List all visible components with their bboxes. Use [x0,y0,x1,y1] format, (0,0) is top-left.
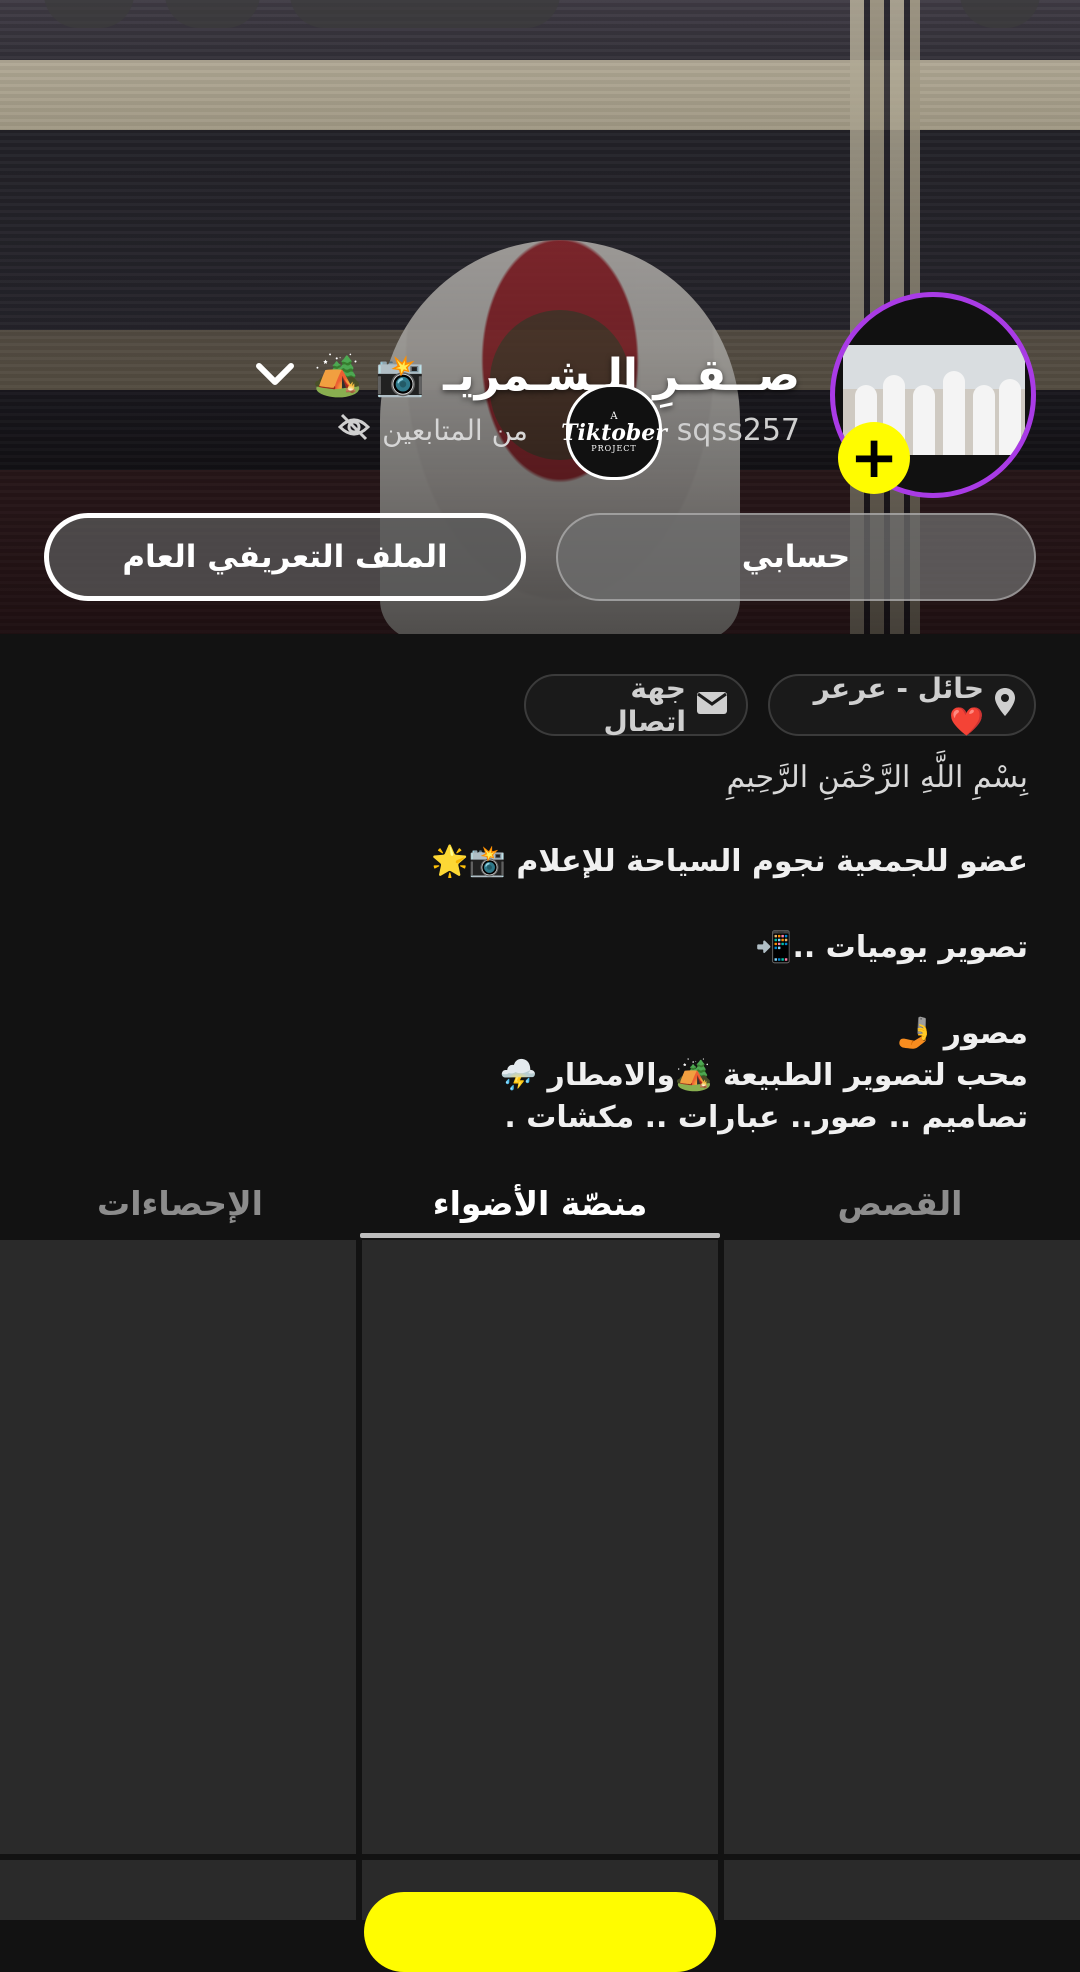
tiktober-badge: A Tiktober PROJECT [561,384,667,480]
name-emojis: 🏕️ 📸 [312,352,426,399]
username: sqss257 [676,412,800,448]
eye-off-icon [338,413,371,448]
location-chip[interactable]: حائل - عرعر❤️ [768,672,1036,738]
tab-spotlight[interactable]: منصّة الأضواء [360,1176,720,1240]
bio-line-3: مصور 🤳 [895,1016,1028,1051]
my-account-button[interactable]: حسابي [556,513,1036,601]
chevron-down-icon[interactable] [255,355,295,395]
spotlight-tile[interactable] [0,1240,356,1854]
spotlight-tile[interactable] [724,1240,1080,1854]
spotlight-tile[interactable] [724,1860,1080,1920]
contact-text: جهة اتصال [603,672,686,738]
location-pin-icon [994,687,1016,724]
tab-stories[interactable]: القصص [720,1176,1080,1240]
spotlight-tile[interactable] [0,1860,356,1920]
profile-tabs: القصص منصّة الأضواء الإحصاءات [0,1176,1080,1240]
bio-line-1: عضو للجمعية نجوم السياحة للإعلام 📸🌟 [431,844,1028,879]
bio-line-2: تصوير يوميات ..📲 [755,930,1028,965]
bio-line-4: محب لتصوير الطبيعة 🏕️والامطار ⛈️ [499,1058,1028,1093]
bio-bismillah: بِسْمِ اللَّهِ الرَّحْمَنِ الرَّحِيمِ [726,760,1028,795]
mail-icon [696,689,728,722]
bio-line-5: تصاميم .. صور.. عبارات .. مكشات . [504,1100,1028,1135]
public-profile-button[interactable]: الملف التعريفي العام [44,513,526,601]
location-text: حائل - عرعر❤️ [813,672,984,738]
spotlight-tile[interactable] [362,1240,718,1854]
top-center-button[interactable] [290,0,560,28]
name-row: 🏕️ 📸 صــقـرِ الـشـمريـ [255,345,800,405]
contact-chip[interactable]: جهة اتصال [524,672,748,738]
followers-label: من المتابعين [382,413,528,447]
yellow-action-button[interactable] [364,1892,716,1972]
add-story-button[interactable]: + [838,422,910,494]
active-tab-indicator [360,1233,720,1238]
tab-insights[interactable]: الإحصاءات [0,1176,360,1240]
